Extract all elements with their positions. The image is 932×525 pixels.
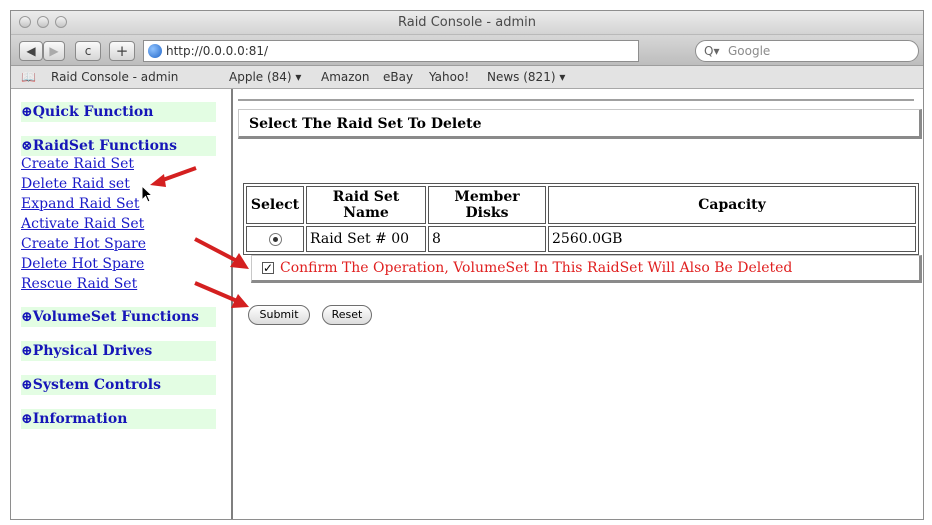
link-expand-raid-set[interactable]: Expand Raid Set (21, 195, 139, 213)
column-header: Raid Set Name (306, 186, 426, 224)
top-divider (238, 89, 914, 101)
menu-physical-drives[interactable]: ⊕Physical Drives (21, 341, 216, 361)
link-delete-hot-spare[interactable]: Delete Hot Spare (21, 255, 144, 273)
column-header: Member Disks (428, 186, 546, 224)
column-header: Select (246, 186, 304, 224)
link-rescue-raid-set[interactable]: Rescue Raid Set (21, 275, 137, 293)
table-row: Raid Set # 00 8 2560.0GB (246, 226, 916, 252)
book-icon[interactable]: 📖 (21, 70, 36, 84)
menu-information[interactable]: ⊕Information (21, 409, 216, 429)
forward-arrow-icon: ▶ (49, 44, 59, 58)
search-field[interactable]: Q▾ Google (695, 40, 919, 62)
page-heading: Select The Raid Set To Delete (249, 116, 482, 132)
menu-raidset-functions[interactable]: ⊗RaidSet Functions (21, 136, 216, 156)
browser-toolbar: ◀ ▶ c + http://0.0.0.0:81/ Q▾ Google (11, 35, 923, 66)
browser-window: Raid Console - admin ◀ ▶ c + http://0.0.… (10, 10, 924, 520)
column-header: Capacity (548, 186, 916, 224)
bookmark-news[interactable]: News (821) ▾ (487, 70, 565, 84)
bookmark-yahoo[interactable]: Yahoo! (429, 70, 469, 84)
url-text: http://0.0.0.0:81/ (166, 44, 269, 58)
link-activate-raid-set[interactable]: Activate Raid Set (21, 215, 144, 233)
address-bar[interactable]: http://0.0.0.0:81/ (143, 40, 802, 62)
member-disks-cell: 8 (428, 226, 546, 252)
add-bookmark-button[interactable]: + (109, 41, 135, 61)
search-icon: Q▾ (704, 44, 720, 58)
bookmark-amazon[interactable]: Amazon (321, 70, 370, 84)
title-bar: Raid Console - admin (11, 11, 923, 35)
menu-volumeset-functions[interactable]: ⊕VolumeSet Functions (21, 307, 216, 327)
plus-icon: + (115, 42, 129, 60)
bookmark-raid-console[interactable]: Raid Console - admin (51, 70, 178, 84)
window-title: Raid Console - admin (397, 15, 536, 30)
raid-set-name-cell: Raid Set # 00 (306, 226, 426, 252)
reset-button[interactable]: Reset (322, 305, 372, 325)
globe-icon (148, 44, 162, 58)
forward-button[interactable]: ▶ (43, 41, 65, 61)
raid-set-table: Select Raid Set Name Member Disks Capaci… (243, 183, 919, 255)
bookmark-ebay[interactable]: eBay (383, 70, 413, 84)
select-cell (246, 226, 304, 252)
reload-button[interactable]: c (75, 41, 101, 61)
raid-set-radio[interactable] (268, 232, 282, 246)
confirm-checkbox[interactable]: ✓ (262, 262, 274, 274)
annotation-arrow-icon (150, 166, 197, 187)
confirm-label: Confirm The Operation, VolumeSet In This… (280, 260, 793, 276)
menu-quick-function[interactable]: ⊕Quick Function (21, 102, 216, 122)
heading-box: Select The Raid Set To Delete (238, 109, 922, 139)
back-button[interactable]: ◀ (19, 41, 43, 61)
back-arrow-icon: ◀ (26, 44, 36, 58)
menu-system-controls[interactable]: ⊕System Controls (21, 375, 216, 395)
link-delete-raid-set[interactable]: Delete Raid set (21, 175, 130, 193)
content-frame: Select The Raid Set To Delete Select Rai… (233, 89, 923, 519)
left-menu-frame: ⊕Quick Function ⊗RaidSet Functions Creat… (11, 89, 233, 519)
search-placeholder: Google (728, 44, 771, 58)
bookmark-apple[interactable]: Apple (84) ▾ (229, 70, 301, 84)
confirm-box: ✓ Confirm The Operation, VolumeSet In Th… (251, 255, 922, 283)
table-header-row: Select Raid Set Name Member Disks Capaci… (246, 186, 916, 224)
capacity-cell: 2560.0GB (548, 226, 916, 252)
link-create-hot-spare[interactable]: Create Hot Spare (21, 235, 146, 253)
bookmarks-bar: 📖 Raid Console - admin Apple (84) ▾ Amaz… (11, 66, 923, 89)
reload-icon: c (84, 44, 92, 58)
link-create-raid-set[interactable]: Create Raid Set (21, 155, 134, 173)
mouse-cursor-icon (141, 185, 153, 203)
submit-button[interactable]: Submit (248, 305, 310, 325)
